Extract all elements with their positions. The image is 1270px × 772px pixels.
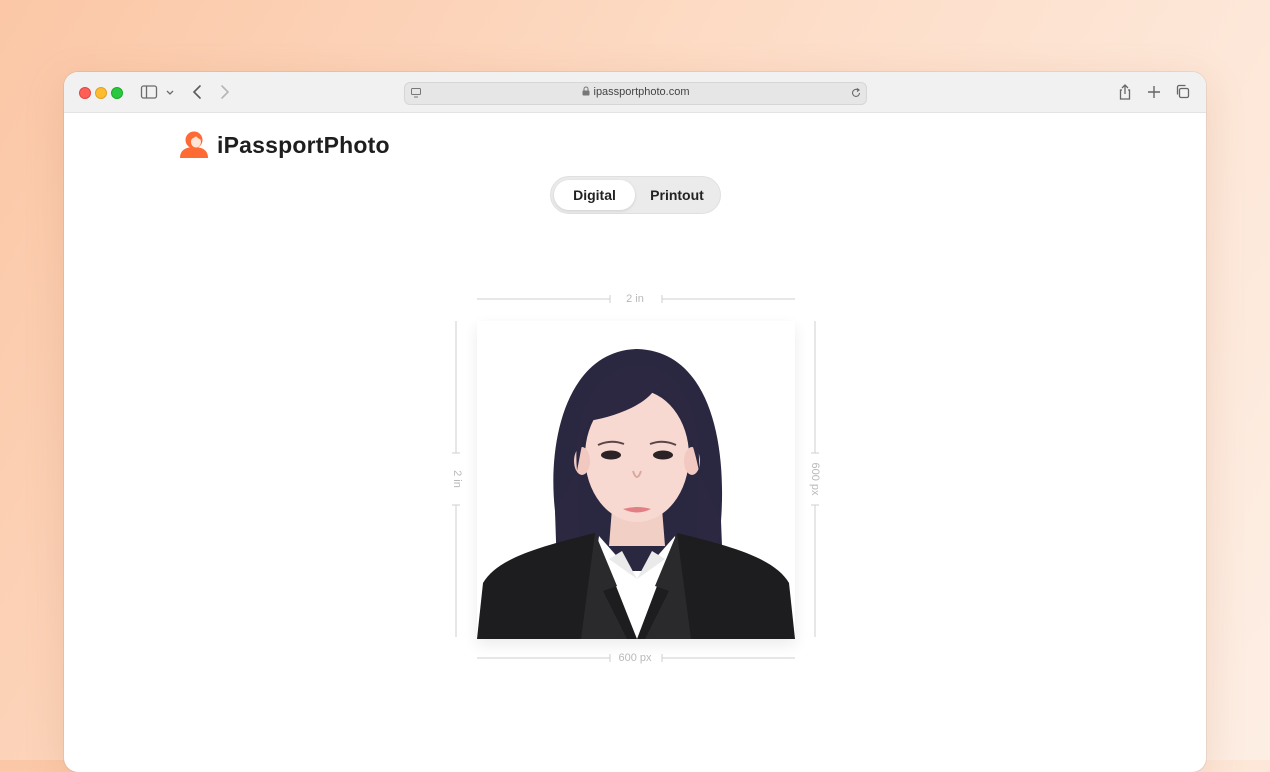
sidebar-toggle-icon[interactable] — [140, 82, 158, 102]
photo-width-inches: 2 in — [626, 293, 644, 305]
forward-arrow-icon[interactable] — [218, 82, 232, 102]
portrait-image — [477, 321, 795, 639]
lock-icon — [582, 86, 589, 96]
minimize-window-button[interactable] — [95, 87, 107, 99]
new-tab-icon[interactable] — [1146, 82, 1162, 102]
back-arrow-icon[interactable] — [190, 82, 204, 102]
address-bar[interactable]: ipassportphoto.com — [404, 82, 867, 105]
browser-toolbar: ipassportphoto.com — [64, 72, 1206, 113]
url-text: ipassportphoto.com — [593, 86, 690, 98]
zoom-window-button[interactable] — [111, 87, 123, 99]
photo-width-pixels: 600 px — [618, 652, 652, 664]
passport-photo-preview — [477, 321, 795, 639]
page-content: iPassportPhoto Digital Printout 2 in 600… — [64, 113, 1206, 772]
url-display: ipassportphoto.com — [405, 86, 866, 98]
photo-height-inches: 2 in — [451, 470, 463, 488]
browser-window: ipassportphoto.com iPassportPhoto Digita… — [64, 72, 1206, 772]
chevron-down-icon[interactable] — [164, 82, 176, 102]
tab-overview-icon[interactable] — [1175, 82, 1191, 102]
close-window-button[interactable] — [79, 87, 91, 99]
share-icon[interactable] — [1117, 82, 1133, 102]
reload-icon[interactable] — [850, 87, 862, 99]
photo-height-pixels: 600 px — [809, 462, 821, 496]
